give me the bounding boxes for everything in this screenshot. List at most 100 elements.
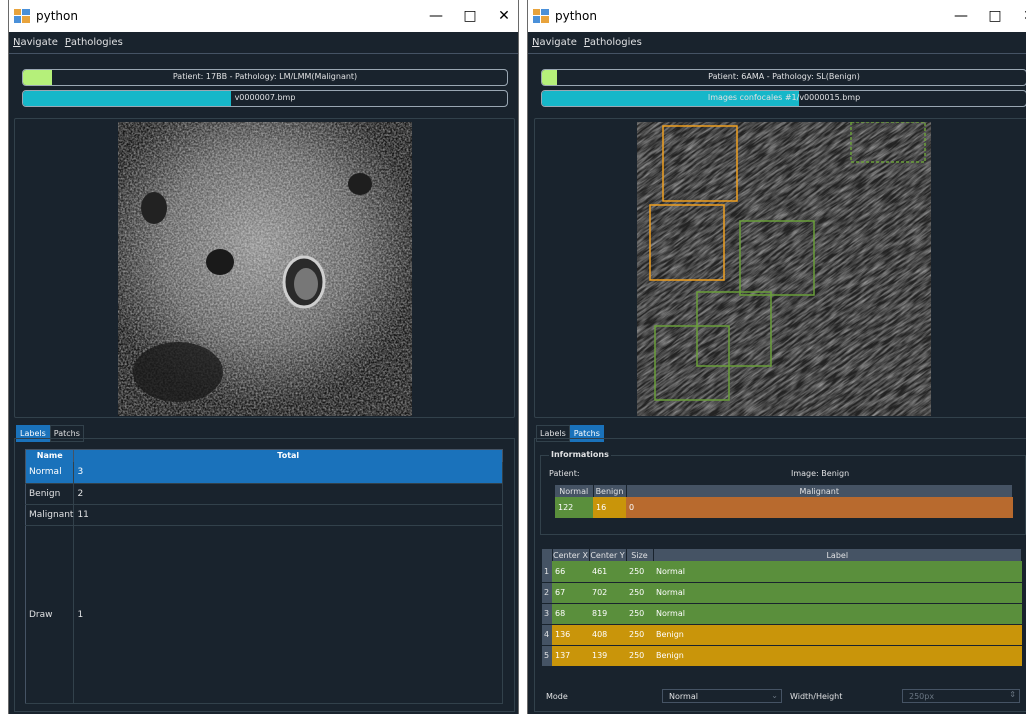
row-number: 5	[542, 645, 552, 667]
cell-size: 250	[626, 624, 653, 646]
cell-center-x: 137	[552, 645, 589, 667]
cell-name: Draw	[25, 525, 75, 704]
table-row[interactable]: 1 66 461 250 Normal	[542, 561, 1022, 583]
menu-navigate[interactable]: Navigate	[528, 32, 580, 48]
row-number: 3	[542, 603, 552, 625]
cell-name: Malignant	[25, 504, 75, 526]
size-value: 250px	[909, 692, 935, 701]
right-window: python — □ ✕ NavigatePathologies Patient…	[527, 0, 1026, 714]
table-row[interactable]: 5 137 139 250 Benign	[542, 645, 1022, 667]
mode-label: Mode	[546, 692, 568, 701]
cell-name: Normal	[25, 461, 75, 484]
size-spinbox[interactable]: 250px ⇕	[902, 689, 1020, 703]
cell-name: Benign	[25, 483, 75, 505]
menu-pathologies[interactable]: Pathologies	[580, 32, 645, 48]
patient-progress-text: Patient: 17BB - Pathology: LM/LMM(Malign…	[172, 72, 358, 81]
table-row[interactable]: 122 16 0	[555, 497, 1013, 519]
table-row[interactable]: 2 67 702 250 Normal	[542, 582, 1022, 604]
image-progress-text: v0000007.bmp	[234, 93, 296, 102]
menu-navigate[interactable]: Navigate	[9, 32, 61, 48]
cell-size: 250	[626, 645, 653, 667]
labels-table: Name Total Normal 3 Benign 2 Malignant 1…	[25, 449, 503, 704]
minimize-icon[interactable]: —	[419, 0, 453, 32]
maximize-icon[interactable]: □	[453, 0, 487, 32]
table-row[interactable]: 4 136 408 250 Benign	[542, 624, 1022, 646]
column-header-label[interactable]: Label	[653, 549, 1022, 561]
close-icon[interactable]: ✕	[1012, 0, 1026, 32]
size-label: Width/Height	[790, 692, 843, 701]
cell-center-x: 67	[552, 582, 589, 604]
maximize-icon[interactable]: □	[978, 0, 1012, 32]
cell-malignant: 0	[626, 497, 1013, 519]
window-title: python	[555, 9, 597, 23]
cell-center-y: 702	[589, 582, 626, 604]
image-progress-text: Images confocales #1/v0000015.bmp	[707, 93, 861, 102]
confocal-image[interactable]	[118, 122, 412, 416]
cell-benign: 16	[593, 497, 626, 519]
patches-table: Center X Center Y Size Label 1 66 461 25…	[542, 549, 1022, 667]
cell-size: 250	[626, 603, 653, 625]
mode-value: Normal	[669, 692, 698, 701]
cell-center-y: 139	[589, 645, 626, 667]
chevron-down-icon: ⌄	[771, 691, 778, 700]
cell-center-x: 66	[552, 561, 589, 583]
informations-group: Informations Patient: Image: Benign Norm…	[540, 450, 1026, 535]
row-number: 1	[542, 561, 552, 583]
column-header-total[interactable]: Total	[73, 449, 503, 462]
cell-total: 11	[73, 504, 503, 526]
left-window: python — □ ✕ Navigate Pathologies Patient…	[8, 0, 519, 714]
predictions-table: Normal Benign Malignant 122 16 0	[555, 485, 1013, 519]
column-header-name[interactable]: Name	[25, 449, 75, 462]
patient-label: Patient:	[549, 469, 580, 478]
window-title: python	[36, 9, 78, 23]
cell-center-y: 819	[589, 603, 626, 625]
minimize-icon[interactable]: —	[944, 0, 978, 32]
column-header-benign[interactable]: Benign	[593, 485, 627, 497]
confocal-image[interactable]	[637, 122, 931, 416]
menu-bar: Navigate Pathologies	[528, 32, 1026, 54]
table-row[interactable]: 3 68 819 250 Normal	[542, 603, 1022, 625]
patient-progress-bar: Patient: 6AMA - Pathology: SL(Benign)	[541, 69, 1026, 86]
cell-size: 250	[626, 582, 653, 604]
mode-select[interactable]: Normal ⌄	[662, 689, 782, 703]
spinner-icon[interactable]: ⇕	[1009, 690, 1016, 699]
cell-total: 2	[73, 483, 503, 505]
table-row[interactable]: Normal 3	[25, 461, 503, 484]
menu-pathologies[interactable]: Pathologies	[61, 32, 126, 48]
cell-label: Normal	[653, 603, 1022, 625]
cell-center-y: 408	[589, 624, 626, 646]
image-viewer[interactable]	[14, 118, 515, 418]
column-header-center-y[interactable]: Center Y	[589, 549, 627, 561]
column-header-center-x[interactable]: Center X	[552, 549, 590, 561]
cell-size: 250	[626, 561, 653, 583]
corner-header	[542, 549, 553, 561]
table-row[interactable]: Malignant 11	[25, 504, 503, 526]
cell-normal: 122	[555, 497, 593, 519]
table-row[interactable]: Benign 2	[25, 483, 503, 505]
row-number: 2	[542, 582, 552, 604]
cell-label: Normal	[653, 582, 1022, 604]
cell-label: Benign	[653, 624, 1022, 646]
image-viewer[interactable]	[534, 118, 1026, 418]
image-progress-bar: v0000007.bmp	[22, 90, 508, 107]
patient-progress-bar: Patient: 17BB - Pathology: LM/LMM(Malign…	[22, 69, 508, 86]
column-header-malignant[interactable]: Malignant	[626, 485, 1013, 497]
column-header-normal[interactable]: Normal	[555, 485, 594, 497]
cell-center-x: 68	[552, 603, 589, 625]
image-progress-bar: Images confocales #1/v0000015.bmp	[541, 90, 1026, 107]
title-bar[interactable]: python — □ ✕	[528, 0, 1026, 32]
cell-total: 1	[73, 525, 503, 704]
python-app-icon	[14, 9, 30, 23]
cell-label: Benign	[653, 645, 1022, 667]
table-row[interactable]: Draw 1	[25, 525, 503, 704]
patient-progress-text: Patient: 6AMA - Pathology: SL(Benign)	[708, 72, 860, 81]
cell-center-y: 461	[589, 561, 626, 583]
title-bar[interactable]: python — □ ✕	[9, 0, 518, 32]
close-icon[interactable]: ✕	[487, 0, 518, 32]
image-label: Image: Benign	[791, 469, 850, 478]
column-header-size[interactable]: Size	[626, 549, 654, 561]
cell-center-x: 136	[552, 624, 589, 646]
cell-label: Normal	[653, 561, 1022, 583]
cell-total: 3	[73, 461, 503, 484]
row-number: 4	[542, 624, 552, 646]
